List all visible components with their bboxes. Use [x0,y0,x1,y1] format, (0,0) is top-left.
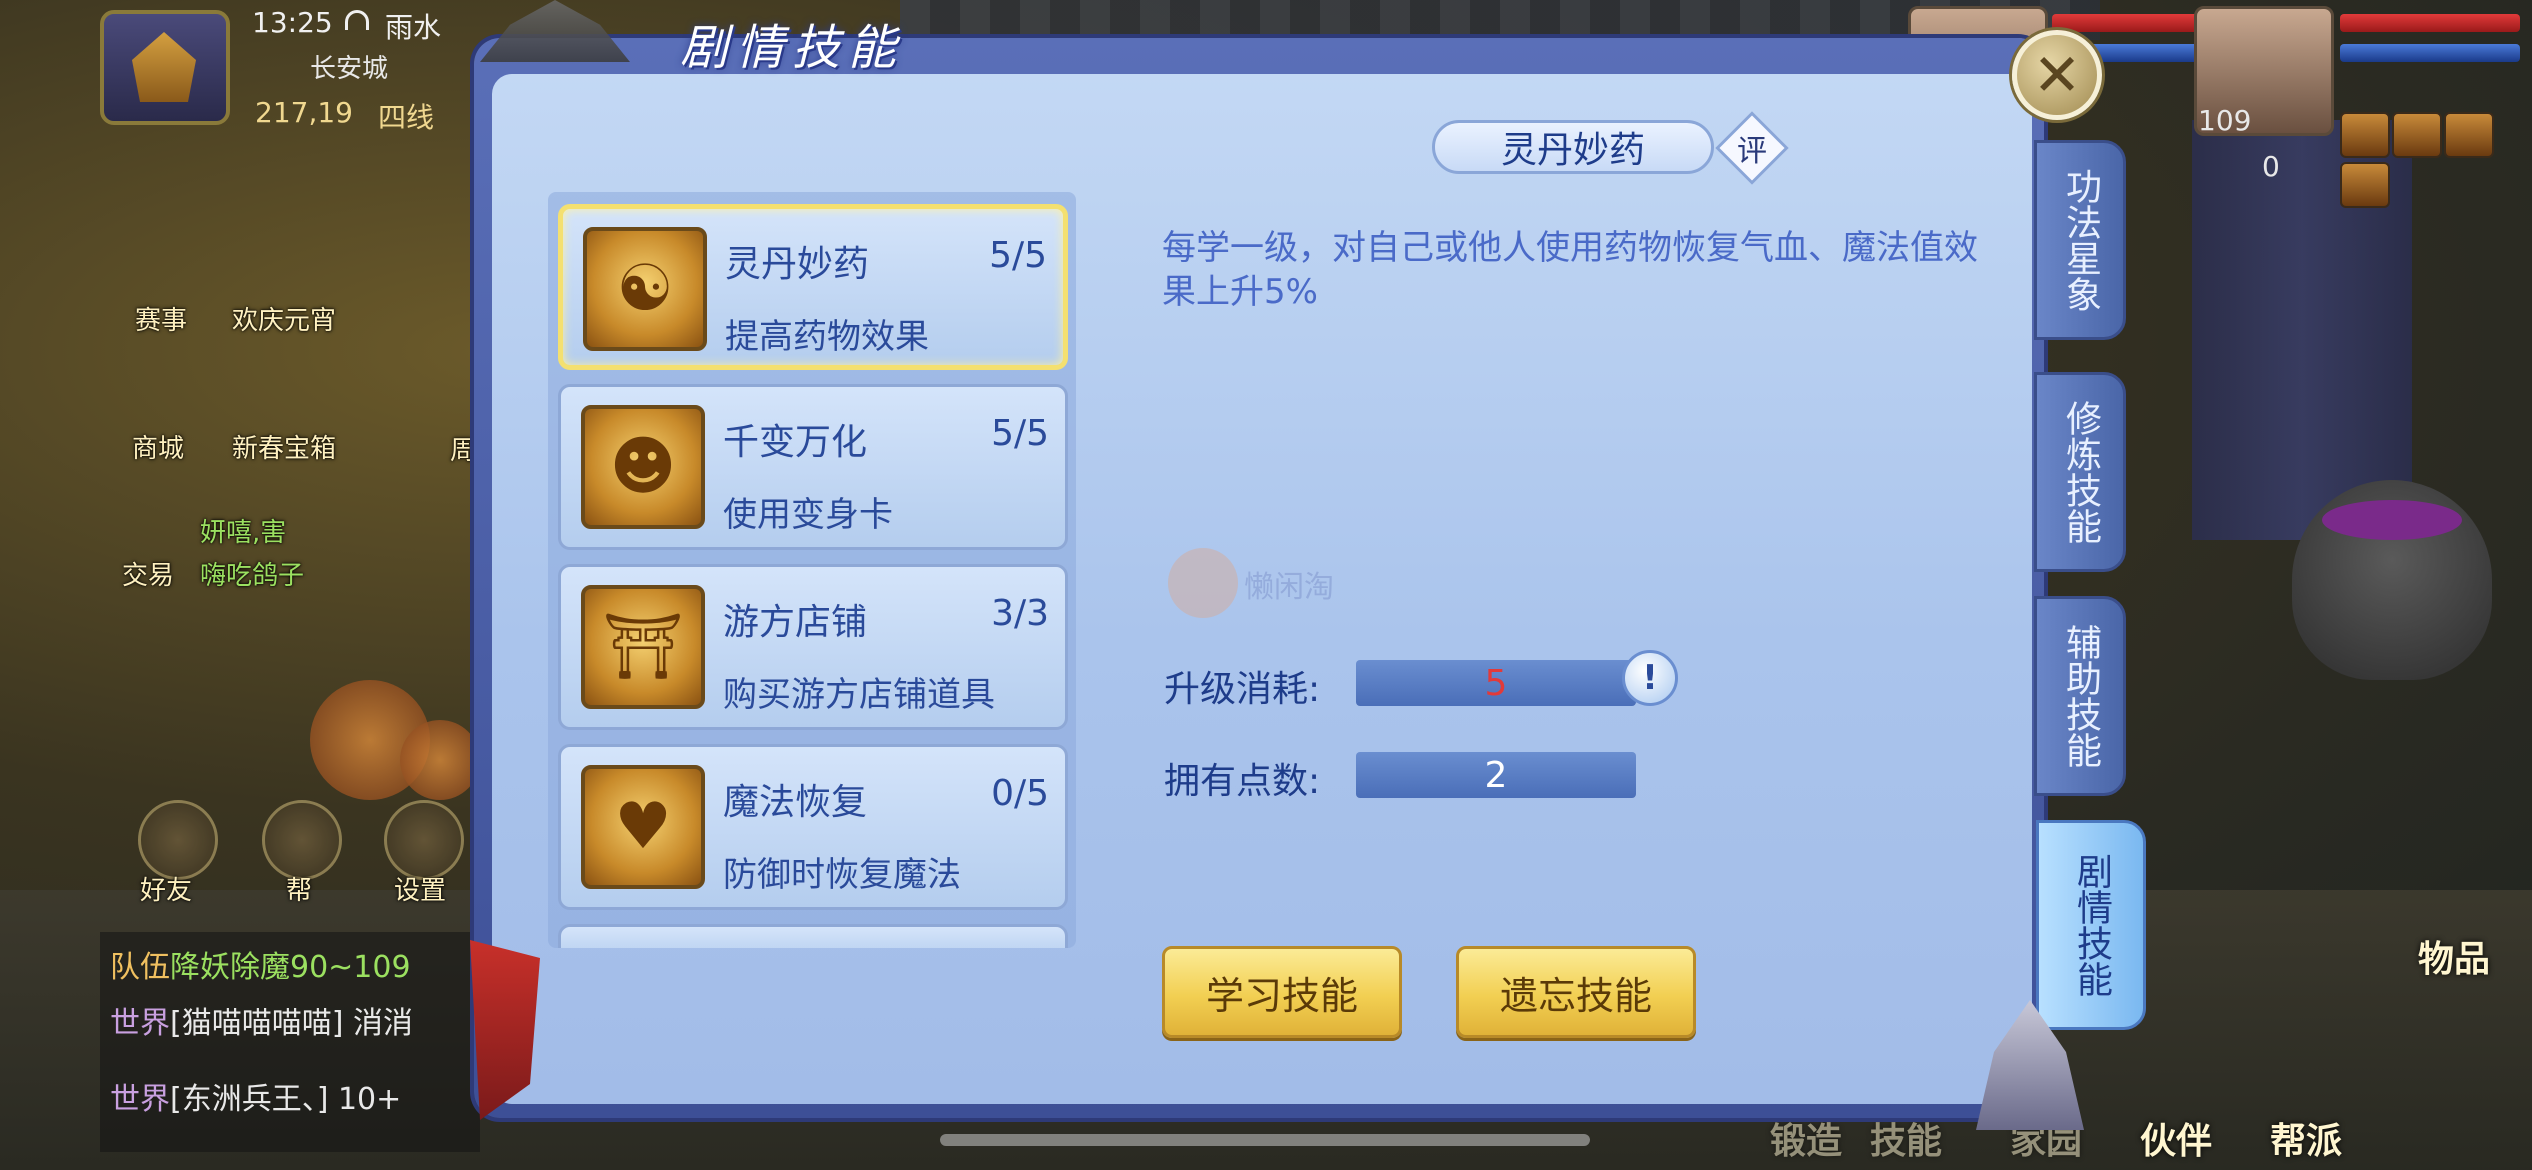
clock: 13:25 [252,6,333,39]
skill-desc: 防御时恢复魔法 [723,855,961,895]
chat-channel-tag: 队伍 [110,950,170,985]
close-icon: ✕ [2032,41,2082,109]
coordinates: 217,19 [255,96,353,129]
player-name-tag: 妍嘻,害 [200,518,287,548]
skill-name: 魔法恢复 [723,782,868,823]
buff-icon[interactable] [2392,112,2442,158]
tab-story-skills[interactable]: 剧情技能 [2036,820,2146,1030]
player-name-tag: 嗨吃鸽子 [200,561,305,591]
chat-channel-tag: 世界 [110,1006,170,1041]
points-value: 2 [1484,754,1508,796]
points-label: 拥有点数: [1164,761,1321,802]
chat-line[interactable]: 世界[猫喵喵喵喵] 消消 [110,998,413,1042]
scene-lantern [400,720,480,800]
tab-cultivation[interactable]: 修炼技能 [2034,372,2126,572]
skill-desc: 购买游方店铺道具 [723,675,995,715]
buff-icon[interactable] [2340,162,2390,208]
points-bar: 2 [1356,752,1636,798]
skill-level: 5/5 [989,235,1047,276]
home-indicator[interactable] [940,1134,1590,1146]
skill-item-magic-recovery[interactable]: ♥ 魔法恢复 0/5 防御时恢复魔法 [558,744,1068,910]
chat-message: [东洲兵王、] 10+ [170,1082,402,1117]
shop-icon: ⛩ [581,585,705,709]
skill-item-transform[interactable]: ☻ 千变万化 5/5 使用变身卡 [558,384,1068,550]
wifi-icon [345,10,369,30]
skill-name: 游方店铺 [723,602,868,643]
friends-icon[interactable] [138,800,218,880]
player-hp-bar [2340,14,2520,32]
skill-level: 3/3 [991,593,1049,634]
watermark-logo-icon [1168,548,1238,618]
elixir-icon: ☯ [583,227,707,351]
tab-star-method[interactable]: 功法星象 [2034,140,2126,340]
skill-name: 千变万化 [723,422,868,463]
close-button[interactable]: ✕ [2012,30,2102,120]
forge-button[interactable]: 锻造 [1770,1112,1842,1164]
skills-button[interactable]: 技能 [1870,1112,1942,1164]
player-level: 109 [2198,104,2252,137]
inventory-button[interactable]: 物品 [2418,930,2490,982]
skill-item-elixir[interactable]: ☯ 灵丹妙药 5/5 提高药物效果 [558,204,1068,370]
city-name: 长安城 [310,54,389,84]
chat-message: 降妖除魔90~109 [170,950,411,985]
chat-channel-tag: 世界 [110,1082,170,1117]
guild-button[interactable]: 帮派 [2270,1112,2342,1164]
heart-hands-icon: ♥ [581,765,705,889]
info-icon[interactable]: ! [1622,650,1678,706]
partner-button[interactable]: 伙伴 [2140,1112,2212,1164]
upgrade-cost-value: 5 [1484,662,1508,704]
scene-pot [2292,480,2492,680]
buff-icon[interactable] [2340,112,2390,158]
new-year-box-button[interactable]: 新春宝箱 [232,428,336,465]
city-gate-icon [132,32,196,102]
chat-message: [猫喵喵喵喵] 消消 [170,1006,413,1041]
learn-skill-button[interactable]: 学习技能 [1162,946,1402,1038]
skill-level: 5/5 [991,413,1049,454]
tab-auxiliary[interactable]: 辅助技能 [2034,596,2126,796]
microphone-icon[interactable] [262,800,342,880]
upgrade-cost-bar: 5 [1356,660,1636,706]
buff-icon[interactable] [2444,112,2494,158]
settings-gear-icon[interactable] [384,800,464,880]
player-mp-bar [2340,44,2520,62]
weather-label: 雨水 [385,11,442,44]
detail-skill-name: 灵丹妙药 [1432,120,1714,174]
skill-name: 灵丹妙药 [725,244,870,285]
upgrade-cost-label: 升级消耗: [1164,669,1321,710]
detail-description: 每学一级，对自己或他人使用药物恢复气血、魔法值效果上升5% [1162,228,1978,312]
counter-value: 0 [2262,150,2280,183]
event-button[interactable]: 赛事 [135,300,187,337]
skill-item-partial[interactable] [558,924,1068,948]
partial-label: 周 [450,436,477,466]
skill-desc: 提高药物效果 [725,317,929,357]
minimap-button[interactable] [100,10,230,125]
forget-skill-button[interactable]: 遗忘技能 [1456,946,1696,1038]
server-line[interactable]: 四线 [378,96,434,136]
lantern-festival-button[interactable]: 欢庆元宵 [232,300,336,337]
skill-level: 0/5 [991,773,1049,814]
guild-voice-label[interactable]: 帮 [286,870,312,907]
trade-button[interactable]: 交易 [122,555,174,592]
rate-label: 评 [1737,134,1767,169]
skill-list[interactable]: ☯ 灵丹妙药 5/5 提高药物效果 ☻ 千变万化 5/5 使用变身卡 ⛩ 游方店… [548,192,1076,948]
friends-label[interactable]: 好友 [140,870,192,907]
skill-desc: 使用变身卡 [723,495,893,535]
settings-label[interactable]: 设置 [394,870,446,907]
watermark-text: 懒闲淘 [1244,570,1334,605]
dialog-title: 剧情技能 [680,20,905,76]
mall-button[interactable]: 商城 [132,428,184,465]
chat-line[interactable]: 队伍降妖除魔90~109 [110,942,411,986]
skill-item-shop[interactable]: ⛩ 游方店铺 3/3 购买游方店铺道具 [558,564,1068,730]
chat-line[interactable]: 世界[东洲兵王、] 10+ [110,1074,401,1118]
mask-icon: ☻ [581,405,705,529]
